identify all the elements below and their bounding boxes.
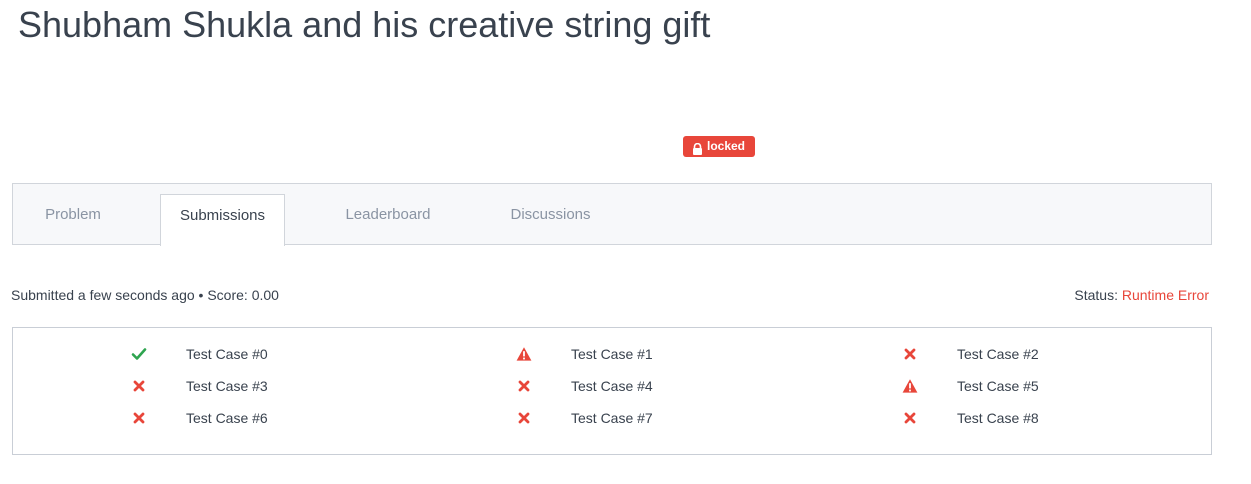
- page: Shubham Shukla and his creative string g…: [0, 0, 1251, 484]
- test-case-item[interactable]: Test Case #8: [902, 408, 1039, 428]
- test-case-results: Test Case #0 Test Case #1 Test Case #2 Test…: [12, 327, 1212, 455]
- cross-icon: [131, 378, 147, 394]
- test-case-item[interactable]: Test Case #5: [902, 376, 1039, 396]
- submission-summary: Submitted a few seconds ago • Score: 0.0…: [11, 287, 279, 303]
- submission-status: Status: Runtime Error: [1074, 287, 1209, 303]
- test-case-label: Test Case #5: [957, 378, 1039, 394]
- test-case-item[interactable]: Test Case #3: [131, 376, 268, 396]
- test-case-label: Test Case #1: [571, 346, 653, 362]
- status-value: Runtime Error: [1121, 287, 1209, 303]
- test-case-label: Test Case #8: [957, 410, 1039, 426]
- test-case-item[interactable]: Test Case #0: [131, 344, 268, 364]
- cross-icon: [902, 410, 918, 426]
- locked-badge: locked: [683, 136, 756, 157]
- test-case-label: Test Case #3: [186, 378, 268, 394]
- locked-badge-label: locked: [707, 139, 746, 153]
- tab-problem[interactable]: Problem: [33, 194, 113, 245]
- cross-icon: [902, 346, 918, 362]
- warning-icon: [902, 378, 918, 394]
- test-case-item[interactable]: Test Case #2: [902, 344, 1039, 364]
- tab-submissions[interactable]: Submissions: [160, 194, 285, 246]
- check-icon: [131, 346, 147, 362]
- page-title: Shubham Shukla and his creative string g…: [18, 4, 711, 45]
- tab-leaderboard[interactable]: Leaderboard: [333, 194, 443, 245]
- test-case-label: Test Case #7: [571, 410, 653, 426]
- test-case-label: Test Case #6: [186, 410, 268, 426]
- status-label: Status:: [1074, 287, 1118, 303]
- cross-icon: [516, 378, 532, 394]
- test-case-label: Test Case #2: [957, 346, 1039, 362]
- test-case-label: Test Case #4: [571, 378, 653, 394]
- tab-discussions[interactable]: Discussions: [498, 194, 603, 245]
- test-case-item[interactable]: Test Case #7: [516, 408, 653, 428]
- test-case-item[interactable]: Test Case #1: [516, 344, 653, 364]
- test-case-item[interactable]: Test Case #4: [516, 376, 653, 396]
- warning-icon: [516, 346, 532, 362]
- lock-icon: [692, 141, 703, 155]
- test-case-item[interactable]: Test Case #6: [131, 408, 268, 428]
- test-case-label: Test Case #0: [186, 346, 268, 362]
- cross-icon: [516, 410, 532, 426]
- challenge-tabs: Problem Submissions Leaderboard Discussi…: [12, 183, 1212, 246]
- cross-icon: [131, 410, 147, 426]
